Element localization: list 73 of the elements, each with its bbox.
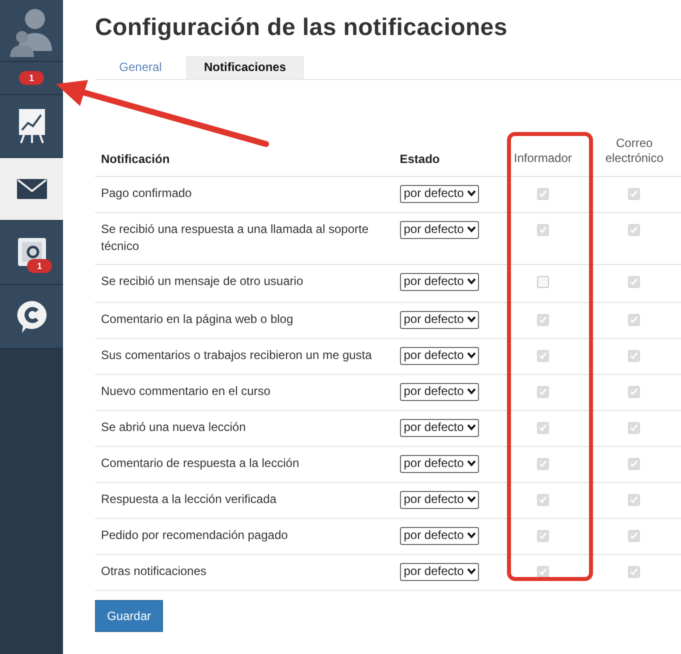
checkbox[interactable] xyxy=(628,350,640,362)
tab[interactable]: General xyxy=(95,56,186,79)
notification-name: Comentario de respuesta a la lección xyxy=(101,456,300,470)
page-title: Configuración de las notificaciones xyxy=(95,14,508,42)
column-header: Estado xyxy=(400,152,440,166)
checkbox[interactable] xyxy=(628,458,640,470)
chart-easel-icon[interactable] xyxy=(18,108,46,144)
checkbox[interactable] xyxy=(536,224,549,236)
checkbox[interactable] xyxy=(536,314,549,326)
checkbox[interactable] xyxy=(628,276,640,288)
sidebar-item[interactable] xyxy=(0,285,63,349)
column-header: Correo electrónico xyxy=(605,136,664,165)
column-header: Informador xyxy=(514,151,572,165)
checkbox[interactable] xyxy=(628,224,640,236)
checkbox[interactable] xyxy=(628,566,640,578)
notification-name: Se recibió un mensaje de otro usuario xyxy=(101,274,304,288)
state-dropdown[interactable]: por defecto xyxy=(400,490,479,508)
notification-name: Se abrió una nueva lección xyxy=(101,420,246,434)
tab[interactable]: Notificaciones xyxy=(186,56,304,79)
checkbox[interactable] xyxy=(536,188,549,200)
checkbox[interactable] xyxy=(536,276,549,288)
state-dropdown[interactable]: por defecto xyxy=(400,562,479,580)
checkbox[interactable] xyxy=(628,314,640,326)
notification-name: Se recibió una respuesta a una llamada al soporte técnico xyxy=(101,222,369,253)
checkbox[interactable] xyxy=(628,530,640,542)
caret-icon xyxy=(466,532,476,539)
notification-name: Otras notificaciones xyxy=(101,564,206,578)
checkbox[interactable] xyxy=(536,422,549,434)
caret-icon xyxy=(466,352,476,359)
notification-name: Pedido por recomendación pagado xyxy=(101,528,288,542)
notification-name: Respuesta a la lección verificada xyxy=(101,492,276,506)
notification-name: Nuevo commentario en el curso xyxy=(101,384,270,398)
mail-icon[interactable] xyxy=(16,179,46,199)
column-header: Notificación xyxy=(101,152,170,166)
checkbox[interactable] xyxy=(536,350,549,362)
caret-icon xyxy=(466,190,476,197)
checkbox[interactable] xyxy=(536,566,549,578)
caret-icon xyxy=(466,496,476,503)
count-badge: 1 xyxy=(27,259,52,273)
checkbox[interactable] xyxy=(628,188,640,200)
state-dropdown[interactable]: por defecto xyxy=(400,220,479,238)
checkbox[interactable] xyxy=(536,458,549,470)
sidebar-item[interactable] xyxy=(0,95,63,158)
checkbox[interactable] xyxy=(536,494,549,506)
caret-icon xyxy=(466,226,476,233)
caret-icon xyxy=(466,316,476,323)
state-dropdown[interactable]: por defecto xyxy=(400,382,479,400)
save-button[interactable]: Guardar xyxy=(95,600,164,632)
sidebar-item[interactable] xyxy=(0,158,63,221)
caret-icon xyxy=(466,278,476,285)
notification-name: Sus comentarios o trabajos recibieron un me gusta xyxy=(101,348,372,362)
checkbox[interactable] xyxy=(536,530,549,542)
sidebar-item[interactable]: 1 xyxy=(0,221,63,285)
state-dropdown[interactable]: por defecto xyxy=(400,272,479,290)
caret-icon xyxy=(466,424,476,431)
chat-icon[interactable] xyxy=(16,300,48,334)
state-dropdown[interactable]: por defecto xyxy=(400,454,479,472)
state-dropdown[interactable]: por defecto xyxy=(400,310,479,328)
checkbox[interactable] xyxy=(628,386,640,398)
sidebar-item[interactable]: 1 xyxy=(0,62,63,95)
checkbox[interactable] xyxy=(536,386,549,398)
caret-icon xyxy=(466,388,476,395)
notification-name: Comentario en la página web o blog xyxy=(101,312,294,326)
state-dropdown[interactable]: por defecto xyxy=(400,526,479,544)
caret-icon xyxy=(466,460,476,467)
notification-name: Pago confirmado xyxy=(101,186,192,200)
state-dropdown[interactable]: por defecto xyxy=(400,184,479,202)
checkbox[interactable] xyxy=(628,422,640,434)
state-dropdown[interactable]: por defecto xyxy=(400,418,479,436)
count-badge: 1 xyxy=(18,71,44,85)
checkbox[interactable] xyxy=(628,494,640,506)
caret-icon xyxy=(466,568,476,575)
state-dropdown[interactable]: por defecto xyxy=(400,346,479,364)
